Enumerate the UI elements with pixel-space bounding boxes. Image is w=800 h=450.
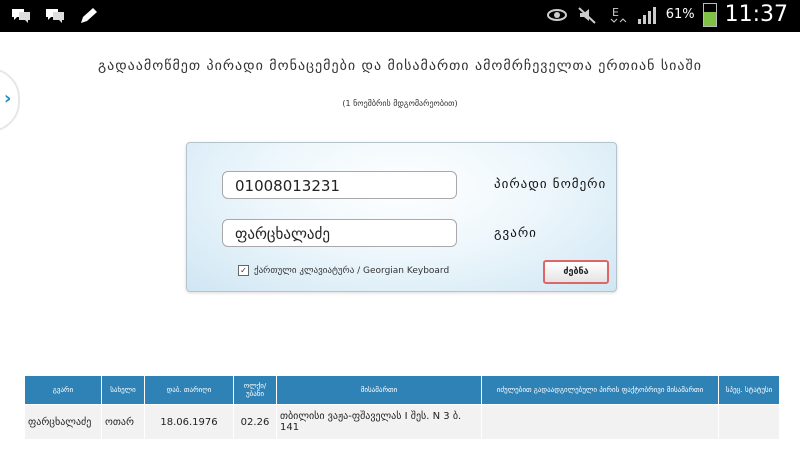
surname-input[interactable]: ფარცხალაძე	[222, 219, 457, 247]
personal-number-input[interactable]: 01008013231	[222, 171, 457, 199]
surname-label: გვარი	[494, 226, 537, 241]
search-panel: 01008013231 პირადი ნომერი ფარცხალაძე გვა…	[186, 142, 617, 292]
column-header-address: მისამართი	[276, 375, 482, 405]
status-bar: E 61% 11:37	[0, 0, 800, 32]
results-table: გვარი სახელი დაბ. თარიღი ოლქი/ უბანი მის…	[24, 375, 780, 440]
cell-district: 02.26	[233, 404, 277, 440]
page-subtitle: (1 ნოემბრის მდგომარეობით)	[342, 99, 458, 108]
column-header-birth-date: დაბ. თარიღი	[144, 375, 234, 405]
eye-icon	[546, 8, 567, 21]
battery-icon	[702, 2, 717, 27]
cell-surname: ფარცხალაძე	[24, 404, 102, 440]
battery-percent: 61%	[665, 7, 695, 22]
column-header-district: ოლქი/ უბანი	[233, 375, 277, 405]
mute-icon	[578, 6, 596, 24]
search-button[interactable]: ძებნა	[543, 260, 609, 284]
clock: 11:37	[724, 2, 788, 27]
battery-level	[703, 12, 716, 26]
cell-birth-date: 18.06.1976	[144, 404, 234, 440]
cell-address: თბილისი ვაჟა-ფშაველას I შეს. N 3 ბ. 141	[276, 404, 482, 440]
column-header-surname: გვარი	[24, 375, 102, 405]
svg-text:E: E	[612, 6, 619, 19]
chat-icon	[12, 9, 30, 23]
column-header-special-status: სპეც. სტატუსი	[718, 375, 780, 405]
cell-idp-address	[481, 404, 719, 440]
table-row: ფარცხალაძე ოთარ 18.06.1976 02.26 თბილისი…	[24, 404, 780, 440]
georgian-keyboard-label: ქართული კლავიატურა / Georgian Keyboard	[254, 265, 450, 276]
cell-special-status	[718, 404, 780, 440]
cell-name: ოთარ	[101, 404, 145, 440]
chat-icon	[46, 9, 64, 23]
column-header-name: სახელი	[101, 375, 145, 405]
results-header-row: გვარი სახელი დაბ. თარიღი ოლქი/ უბანი მის…	[24, 375, 780, 405]
data-e-icon: E	[610, 6, 627, 23]
georgian-keyboard-checkbox[interactable]: ✓	[238, 265, 249, 276]
pencil-icon	[81, 8, 97, 23]
personal-number-label: პირადი ნომერი	[494, 177, 607, 192]
page-title: გადაამოწმეთ პირადი მონაცემები და მისამარ…	[97, 58, 703, 74]
georgian-keyboard-option[interactable]: ✓ ქართული კლავიატურა / Georgian Keyboard	[238, 265, 449, 276]
signal-icon	[637, 6, 656, 24]
column-header-idp-address: იძულებით გადაადგილებული პირის ფაქტობრივი…	[481, 375, 719, 405]
